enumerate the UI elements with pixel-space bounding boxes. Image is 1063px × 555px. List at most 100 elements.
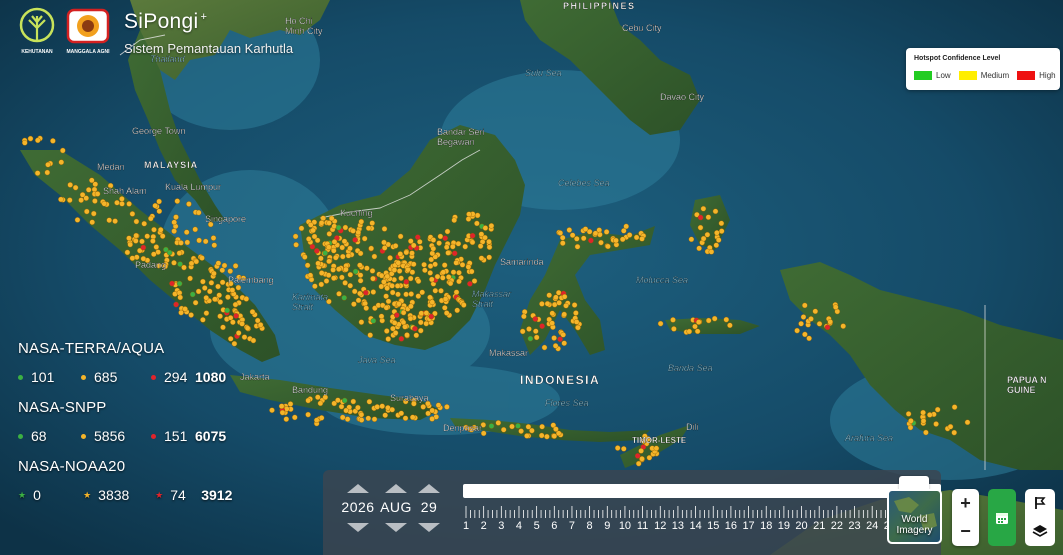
hotspot-marker[interactable]: [447, 280, 454, 287]
hotspot-marker[interactable]: [653, 445, 660, 452]
hotspot-marker[interactable]: [435, 402, 442, 409]
hotspot-marker[interactable]: [67, 182, 73, 188]
hotspot-marker[interactable]: [249, 308, 256, 315]
hotspot-marker[interactable]: [560, 331, 567, 338]
hotspot-marker[interactable]: [199, 255, 205, 261]
hotspot-marker[interactable]: [566, 227, 573, 233]
hotspot-marker[interactable]: [533, 328, 539, 335]
hotspot-marker[interactable]: [695, 319, 702, 325]
day-label[interactable]: 12: [654, 520, 666, 532]
day-label[interactable]: 7: [569, 520, 575, 532]
hotspot-marker[interactable]: [403, 278, 410, 285]
hotspot-marker[interactable]: [705, 214, 712, 220]
hotspot-marker[interactable]: [465, 264, 472, 270]
hotspot-marker[interactable]: [429, 299, 436, 306]
hotspot-marker[interactable]: [409, 414, 416, 421]
hotspot-marker[interactable]: [159, 233, 166, 239]
hotspot-marker[interactable]: [278, 403, 285, 410]
hotspot-marker[interactable]: [147, 215, 154, 222]
hotspot-marker[interactable]: [395, 259, 402, 266]
hotspot-marker[interactable]: [417, 327, 424, 334]
hotspot-marker[interactable]: [533, 334, 540, 341]
hotspot-marker[interactable]: [287, 401, 294, 407]
hotspot-marker[interactable]: [397, 251, 404, 257]
hotspot-marker[interactable]: [330, 247, 337, 254]
hotspot-marker[interactable]: [335, 224, 342, 231]
hotspot-marker[interactable]: [335, 397, 341, 404]
hotspot-marker[interactable]: [474, 212, 481, 219]
hotspot-marker[interactable]: [471, 278, 478, 284]
hotspot-marker[interactable]: [571, 302, 578, 308]
hotspot-marker[interactable]: [363, 305, 370, 311]
hotspot-marker[interactable]: [189, 291, 196, 298]
hotspot-marker[interactable]: [840, 323, 847, 329]
hotspot-marker[interactable]: [305, 236, 312, 242]
hotspot-marker[interactable]: [451, 250, 458, 257]
hotspot-marker[interactable]: [474, 220, 480, 227]
hotspot-marker[interactable]: [500, 426, 507, 433]
day-label[interactable]: 24: [866, 520, 878, 532]
hotspot-marker[interactable]: [150, 251, 157, 257]
hotspot-marker[interactable]: [370, 289, 377, 295]
hotspot-marker[interactable]: [385, 336, 392, 342]
hotspot-marker[interactable]: [923, 429, 929, 436]
hotspot-marker[interactable]: [524, 433, 530, 439]
hotspot-marker[interactable]: [345, 252, 352, 259]
hotspot-marker[interactable]: [352, 268, 359, 275]
hotspot-marker[interactable]: [195, 209, 202, 216]
hotspot-marker[interactable]: [156, 208, 163, 214]
hotspot-marker[interactable]: [582, 226, 589, 232]
hotspot-marker[interactable]: [371, 416, 378, 423]
hotspot-marker[interactable]: [455, 240, 462, 247]
hotspot-marker[interactable]: [322, 250, 329, 256]
hotspot-marker[interactable]: [387, 255, 393, 261]
hotspot-marker[interactable]: [224, 307, 230, 314]
hotspot-marker[interactable]: [466, 211, 472, 217]
hotspot-marker[interactable]: [370, 317, 377, 324]
hotspot-marker[interactable]: [171, 219, 177, 226]
hotspot-marker[interactable]: [358, 411, 365, 418]
hotspot-marker[interactable]: [418, 310, 425, 317]
day-label[interactable]: 15: [707, 520, 719, 532]
hotspot-marker[interactable]: [89, 219, 95, 225]
year-up-arrow-icon[interactable]: [347, 484, 369, 493]
hotspot-marker[interactable]: [395, 291, 401, 298]
hotspot-marker[interactable]: [347, 245, 353, 252]
hotspot-marker[interactable]: [556, 299, 562, 306]
hotspot-marker[interactable]: [335, 266, 342, 272]
hotspot-marker[interactable]: [549, 320, 555, 327]
day-down-arrow-icon[interactable]: [418, 523, 440, 532]
hotspot-marker[interactable]: [619, 236, 626, 243]
hotspot-marker[interactable]: [439, 274, 446, 281]
hotspot-marker[interactable]: [723, 316, 730, 323]
hotspot-marker[interactable]: [203, 310, 210, 316]
hotspot-marker[interactable]: [546, 292, 553, 299]
hotspot-marker[interactable]: [212, 296, 218, 303]
hotspot-marker[interactable]: [217, 313, 223, 320]
hotspot-marker[interactable]: [444, 228, 451, 235]
hotspot-marker[interactable]: [549, 310, 556, 317]
day-label[interactable]: 6: [551, 520, 557, 532]
hotspot-marker[interactable]: [544, 433, 550, 440]
hotspot-marker[interactable]: [383, 304, 390, 311]
day-up-arrow-icon[interactable]: [418, 484, 440, 493]
hotspot-marker[interactable]: [539, 301, 545, 307]
hotspot-marker[interactable]: [573, 310, 579, 316]
hotspot-marker[interactable]: [106, 217, 112, 223]
hotspot-marker[interactable]: [415, 293, 422, 299]
hotspot-marker[interactable]: [44, 169, 51, 176]
hotspot-marker[interactable]: [357, 277, 364, 284]
hotspot-marker[interactable]: [951, 404, 958, 410]
hotspot-marker[interactable]: [351, 301, 357, 307]
hotspot-marker[interactable]: [824, 324, 831, 331]
hotspot-marker[interactable]: [232, 301, 239, 308]
hotspot-marker[interactable]: [341, 238, 348, 245]
hotspot-marker[interactable]: [58, 196, 64, 203]
hotspot-marker[interactable]: [381, 278, 387, 285]
hotspot-marker[interactable]: [907, 424, 914, 431]
hotspot-marker[interactable]: [515, 423, 521, 429]
hotspot-marker[interactable]: [239, 320, 245, 327]
hotspot-marker[interactable]: [421, 261, 427, 268]
hotspot-marker[interactable]: [318, 281, 325, 288]
hotspot-marker[interactable]: [307, 222, 314, 228]
